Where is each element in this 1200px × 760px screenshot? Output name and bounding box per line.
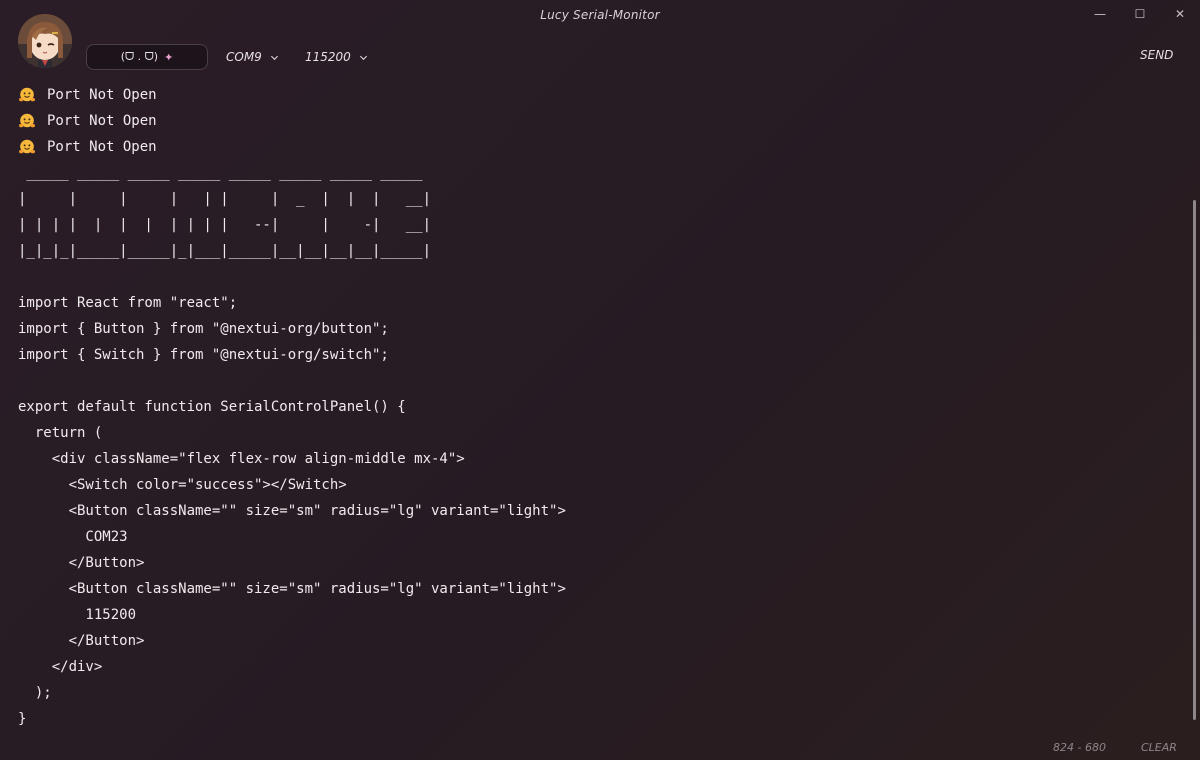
terminal-dimensions: 824 - 680 xyxy=(1053,741,1106,754)
hugging-face-icon xyxy=(19,113,35,128)
baud-rate-select[interactable]: 115200 xyxy=(305,48,368,66)
output-line: 115200 xyxy=(18,607,137,623)
output-line: import { Switch } from "@nextui-org/swit… xyxy=(18,347,389,363)
party-popper-icon: ✦ xyxy=(164,50,174,64)
terminal-output[interactable]: Port Not Open Port Not Open Port Not Ope… xyxy=(18,82,1188,732)
output-line: ); xyxy=(18,685,52,701)
status-line: Port Not Open xyxy=(18,82,1188,108)
output-line: } xyxy=(18,711,27,727)
output-line: _____ _____ _____ _____ _____ _____ ____… xyxy=(18,165,423,181)
chevron-down-icon xyxy=(270,55,278,60)
output-line: return ( xyxy=(18,425,103,441)
maximize-button[interactable]: ☐ xyxy=(1120,2,1160,26)
clear-button[interactable]: CLEAR xyxy=(1141,741,1177,754)
output-line: </div> xyxy=(18,659,103,675)
output-line: COM23 xyxy=(18,529,128,545)
output-line: |_|_|_|_____|_____|_|___|_____|__|__|__|… xyxy=(18,243,432,259)
status-text: Port Not Open xyxy=(47,113,157,129)
output-line: import { Button } from "@nextui-org/butt… xyxy=(18,321,389,337)
monitor-toggle[interactable]: (ᗜ . ᗜ) ✦ xyxy=(86,44,208,70)
output-line: | | | | | | | | | | | --| | -| __| xyxy=(18,217,432,233)
output-line: <div className="flex flex-row align-midd… xyxy=(18,451,465,467)
anime-avatar-icon xyxy=(18,14,72,68)
output-line: | | | | | | | _ | | | __| xyxy=(18,191,432,207)
status-line: Port Not Open xyxy=(18,108,1188,134)
status-text: Port Not Open xyxy=(47,139,157,155)
output-line: <Button className="" size="sm" radius="l… xyxy=(18,581,566,597)
output-line: <Button className="" size="sm" radius="l… xyxy=(18,503,566,519)
serial-monitor-window: Lucy Serial-Monitor — ☐ ✕ (ᗜ . ᗜ) ✦ COM9… xyxy=(0,0,1200,760)
output-line: <Switch color="success"></Switch> xyxy=(18,477,347,493)
port-select[interactable]: COM9 xyxy=(226,48,279,66)
send-button[interactable]: SEND xyxy=(1140,48,1173,62)
close-button[interactable]: ✕ xyxy=(1160,2,1200,26)
minimize-button[interactable]: — xyxy=(1080,2,1120,26)
avatar[interactable] xyxy=(18,14,72,68)
output-line: import React from "react"; xyxy=(18,295,238,311)
status-line: Port Not Open xyxy=(18,134,1188,160)
hugging-face-icon xyxy=(19,139,35,154)
terminal-scrollbar[interactable] xyxy=(1193,200,1196,720)
toggle-face-text: (ᗜ . ᗜ) xyxy=(120,50,159,63)
chevron-down-icon xyxy=(359,55,367,60)
status-text: Port Not Open xyxy=(47,87,157,103)
output-line: </Button> xyxy=(18,633,145,649)
window-title: Lucy Serial-Monitor xyxy=(540,8,660,22)
baud-rate-select-value: 115200 xyxy=(305,50,351,64)
port-select-value: COM9 xyxy=(226,50,262,64)
output-line: export default function SerialControlPan… xyxy=(18,399,406,415)
output-line: </Button> xyxy=(18,555,145,571)
hugging-face-icon xyxy=(19,87,35,102)
